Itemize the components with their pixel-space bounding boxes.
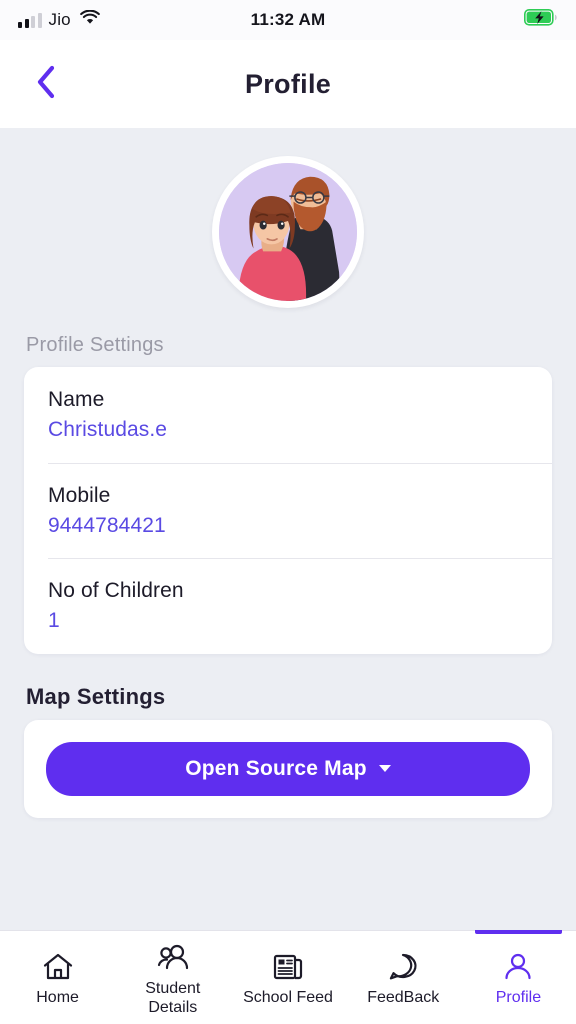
speech-bubble-icon [387,951,419,983]
app-screen: Jio 11:32 AM Profile Profile Settings Na… [0,0,576,1024]
page-header: Profile [0,40,576,128]
nav-label: Student Details [145,980,201,1016]
avatar[interactable] [212,156,364,308]
open-source-map-label: Open Source Map [185,756,367,780]
nav-item-home[interactable]: Home [0,931,115,1024]
row-label: Name [48,388,105,411]
row-label: Mobile [48,483,111,507]
status-bar: Jio 11:32 AM [0,0,576,40]
nav-item-profile[interactable]: Profile [461,930,576,1024]
map-settings-heading: Map Settings [26,683,166,709]
profile-settings-heading: Profile Settings [26,334,164,356]
bottom-navigation: Home Student Details School Feed FeedBac… [0,930,576,1024]
profile-settings-card: Name Christudas.e Mobile 9444784421 No o… [24,367,552,654]
newspaper-icon [272,951,304,983]
avatar-container [0,128,576,308]
row-value: Christudas.e [48,418,168,442]
nav-label: School Feed [243,989,333,1007]
profile-row-name[interactable]: Name Christudas.e [24,367,552,463]
status-bar-left: Jio [18,9,100,30]
nav-item-feedback[interactable]: FeedBack [346,931,461,1024]
nav-label: Home [36,989,79,1007]
chevron-left-icon [35,65,57,104]
profile-row-mobile[interactable]: Mobile 9444784421 [24,462,552,559]
battery-charging-icon [524,9,558,31]
row-value: 9444784421 [48,513,166,537]
nav-item-student-details[interactable]: Student Details [115,931,230,1024]
row-label: No of Children [48,579,184,603]
nav-label: Profile [495,989,542,1007]
person-icon [502,951,534,983]
nav-label: FeedBack [367,989,440,1007]
home-icon [42,951,74,983]
wifi-icon [79,9,100,30]
page-content: Profile Settings Name Christudas.e Mobil… [0,128,576,930]
carrier-label: Jio [48,10,71,29]
open-source-map-button[interactable]: Open Source Map [46,741,530,796]
row-value: 1 [48,609,60,633]
caret-down-icon [378,765,391,773]
users-icon [156,942,190,974]
nav-item-school-feed[interactable]: School Feed [230,931,345,1024]
profile-row-children[interactable]: No of Children 1 [24,558,552,654]
couple-avatar [219,163,357,301]
status-bar-right [524,9,558,31]
map-settings-card: Open Source Map [24,719,552,818]
signal-strength-icon [18,12,42,28]
back-button[interactable] [26,62,66,106]
page-title: Profile [244,68,332,99]
